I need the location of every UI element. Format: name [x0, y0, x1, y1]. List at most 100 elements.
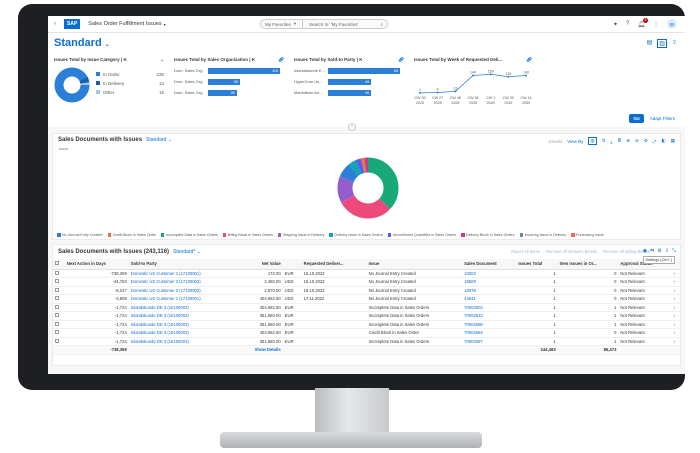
row-navigation-icon[interactable]: ›: [671, 320, 680, 329]
back-button[interactable]: ‹: [54, 21, 56, 27]
copilot-icon[interactable]: ✦: [613, 21, 618, 28]
sap-logo[interactable]: SAP: [64, 19, 81, 29]
issues-donut-chart[interactable]: [336, 156, 400, 220]
legend-toggle-icon[interactable]: ≣: [617, 138, 621, 144]
bar[interactable]: 83: [328, 67, 400, 74]
bar-row[interactable]: Dom. Sales Org 115: [174, 67, 284, 74]
chart-type-icon[interactable]: ▥: [588, 137, 597, 145]
fullscreen-icon[interactable]: ⤢: [653, 139, 657, 144]
bar-row[interactable]: Manhattan Ice... 49: [294, 89, 404, 96]
column-header[interactable]: Net Value: [238, 259, 283, 270]
settings-icon[interactable]: ⚙: [644, 138, 648, 144]
legend-item[interactable]: Delivery Block in Sales Orders: [461, 233, 515, 237]
table-cell[interactable]: Inlandskunde DE 3 (10100003): [128, 320, 239, 329]
bar[interactable]: 50: [208, 78, 241, 85]
table-cell[interactable]: 70002597: [462, 337, 517, 346]
row-checkbox[interactable]: [53, 311, 65, 321]
legend-item[interactable]: Billing Block in Sales Orders: [222, 233, 273, 237]
view-by-button[interactable]: View By: [567, 139, 583, 144]
card-sold-to[interactable]: Issues Total by Sold-to Party | K 🔗︎ Inla…: [294, 57, 404, 127]
column-header[interactable]: Sold-to Party: [128, 259, 239, 270]
app-title-chevron-icon[interactable]: ▾: [164, 22, 166, 27]
settings-icon[interactable]: ⇆: [650, 248, 654, 254]
layout-visual-icon[interactable]: ▥: [657, 39, 667, 48]
table-settings-icon[interactable]: ⚙: [657, 248, 661, 254]
legend-item[interactable]: In Order 235: [96, 72, 164, 77]
table-cell[interactable]: 70002633: [462, 311, 517, 321]
column-header[interactable]: [282, 259, 302, 270]
table-row[interactable]: -1,724 Inlandskunde DE 3 (10100003) 351,66…: [53, 337, 680, 346]
table-row[interactable]: -1,724 Inlandskunde DE 3 (10100003) 404,58…: [53, 303, 680, 312]
row-checkbox[interactable]: [53, 320, 65, 329]
table-row[interactable]: -1,724 Inlandskunde DE 3 (10100003) 404,98…: [53, 328, 680, 338]
bar[interactable]: 49: [328, 78, 372, 85]
shell-search[interactable]: My Favorites ▾ Search In: 'My Favorites'…: [260, 19, 388, 29]
link-icon[interactable]: 🔗︎: [526, 57, 532, 63]
table-row[interactable]: -738,369 Domestic US Customer 1 (17100001…: [53, 269, 680, 278]
go-button[interactable]: Go: [629, 114, 644, 123]
zoom-in-icon[interactable]: ⊕: [626, 138, 630, 144]
chart-view-icon[interactable]: ◧: [661, 138, 665, 144]
bar-row[interactable]: Dom. Sales Org 50: [174, 78, 284, 85]
legend-item[interactable]: Invoicing Issue in Delivery: [519, 233, 566, 237]
layout-compact-icon[interactable]: ▤: [647, 39, 653, 48]
category-donut[interactable]: [54, 67, 90, 103]
data-point[interactable]: [507, 75, 510, 78]
collapse-header-icon[interactable]: ⌃: [348, 123, 356, 131]
legend-item[interactable]: Delivery Issue in Sales Orders: [329, 233, 383, 237]
table-row[interactable]: -1,724 Inlandskunde DE 3 (10100003) 351,66…: [53, 311, 680, 321]
column-header[interactable]: Requested Deliver...: [301, 259, 367, 270]
legend-item[interactable]: Credit Block in Sales Order: [107, 233, 156, 237]
search-scope[interactable]: My Favorites: [265, 22, 291, 27]
table-variant[interactable]: Standard* ⌄: [173, 249, 201, 255]
help-icon[interactable]: ?: [626, 21, 629, 27]
table-cell[interactable]: 44541: [462, 294, 517, 304]
legend-item[interactable]: In Delivery 13: [96, 81, 164, 86]
export-icon[interactable]: ⇩: [665, 248, 669, 254]
legend-item[interactable]: Other 16: [96, 90, 164, 95]
donut-slice-in-order[interactable]: [54, 67, 90, 103]
data-point[interactable]: [472, 74, 474, 77]
table-cell[interactable]: Inlandskunde DE 3 (10100003): [128, 328, 239, 338]
table-cell[interactable]: 70002598: [462, 320, 517, 329]
table-row[interactable]: -8,247 Domestic US Customer 3 (17100003) 2…: [53, 286, 680, 295]
row-navigation-icon[interactable]: ›: [671, 286, 680, 295]
show-details-link[interactable]: Show Details: [255, 347, 281, 352]
row-navigation-icon[interactable]: ›: [671, 277, 680, 287]
table-row[interactable]: -44,763 Domestic US Customer 3 (17100003)…: [53, 277, 680, 287]
table-cell[interactable]: Domestic US Customer 3 (17100003): [128, 277, 239, 287]
table-cell[interactable]: Domestic US Customer 3 (17100003): [128, 286, 239, 295]
column-header[interactable]: Next Action in Days: [64, 259, 129, 270]
table-cell[interactable]: 18509: [462, 277, 517, 287]
variant-selector[interactable]: Standard ⌄: [54, 37, 110, 49]
grid-icon[interactable]: ⋮: [653, 21, 659, 28]
row-checkbox[interactable]: [53, 328, 65, 338]
table-cell[interactable]: Inlandskunde DE 3 (10100003): [128, 303, 239, 312]
bar[interactable]: 45: [208, 89, 237, 96]
app-title[interactable]: Sales Order Fulfillment Issues: [88, 21, 161, 27]
table-row[interactable]: -1,724 Inlandskunde DE 3 (10100003) 351,66…: [53, 320, 680, 329]
details-button[interactable]: Details: [548, 139, 562, 144]
notifications-icon[interactable]: 🔔︎ 6: [637, 17, 648, 28]
drill-down-icon[interactable]: ⤓: [610, 139, 612, 144]
row-navigation-icon[interactable]: ›: [671, 269, 680, 278]
row-navigation-icon[interactable]: ›: [671, 303, 680, 312]
chevron-down-icon[interactable]: ⌄: [160, 57, 164, 63]
data-point[interactable]: [436, 91, 439, 94]
bar-row[interactable]: Inlandskunde E... 83: [294, 67, 404, 74]
legend-item[interactable]: Unconfirmed Quantities in Sales Orders: [387, 233, 456, 237]
sort-icon[interactable]: ⇅: [602, 138, 606, 144]
card-issue-category[interactable]: Issues Total by Issue Category | K ⌄ In O…: [54, 57, 164, 127]
legend-item[interactable]: Shipping Issue in Delivery: [277, 233, 324, 237]
zoom-out-icon[interactable]: ⊖: [635, 138, 639, 144]
table-cell[interactable]: Inlandskunde DE 3 (10100003): [128, 311, 239, 321]
row-navigation-icon[interactable]: ›: [671, 294, 680, 304]
column-header[interactable]: Sales Document: [462, 259, 517, 270]
row-checkbox[interactable]: [53, 294, 65, 304]
week-line-chart[interactable]: 1CW 3920254CW 27202813CW 482028140CW 362…: [414, 67, 532, 109]
remove-delivery-blocks-button[interactable]: Remove All Delivery Blocks: [546, 249, 597, 254]
row-navigation-icon[interactable]: ›: [671, 311, 680, 321]
table-cell[interactable]: Domestic US Customer 1 (17100001): [128, 294, 239, 304]
chart-variant[interactable]: Standard ⌄: [146, 137, 172, 143]
data-point[interactable]: [419, 91, 421, 94]
